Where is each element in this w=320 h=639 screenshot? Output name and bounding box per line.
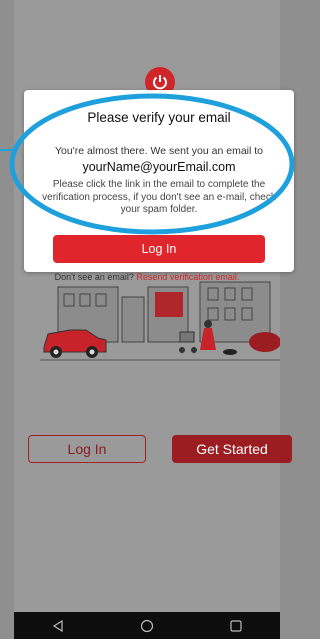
dialog-title: Please verify your email: [87, 110, 231, 125]
dialog-footer: Don't see an email? Resend verification …: [0, 272, 294, 282]
resend-verification-link[interactable]: Resend verification email.: [136, 272, 239, 282]
nav-back-icon[interactable]: [51, 619, 65, 633]
dialog-instructions: Please click the link in the email to co…: [42, 179, 276, 215]
android-nav-bar: [14, 612, 280, 639]
dialog-login-button[interactable]: Log In: [53, 235, 265, 263]
street-illustration: [40, 272, 280, 372]
nav-home-icon[interactable]: [140, 619, 154, 633]
verify-email-dialog: Please verify your email You're almost t…: [24, 90, 294, 272]
footer-text: Don't see an email?: [54, 272, 134, 282]
get-started-button[interactable]: Get Started: [172, 435, 292, 463]
login-button[interactable]: Log In: [28, 435, 146, 463]
dialog-email-address: yourName@yourEmail.com: [82, 160, 236, 174]
dialog-message: You're almost there. We sent you an emai…: [54, 145, 264, 157]
nav-recents-icon[interactable]: [229, 619, 243, 633]
